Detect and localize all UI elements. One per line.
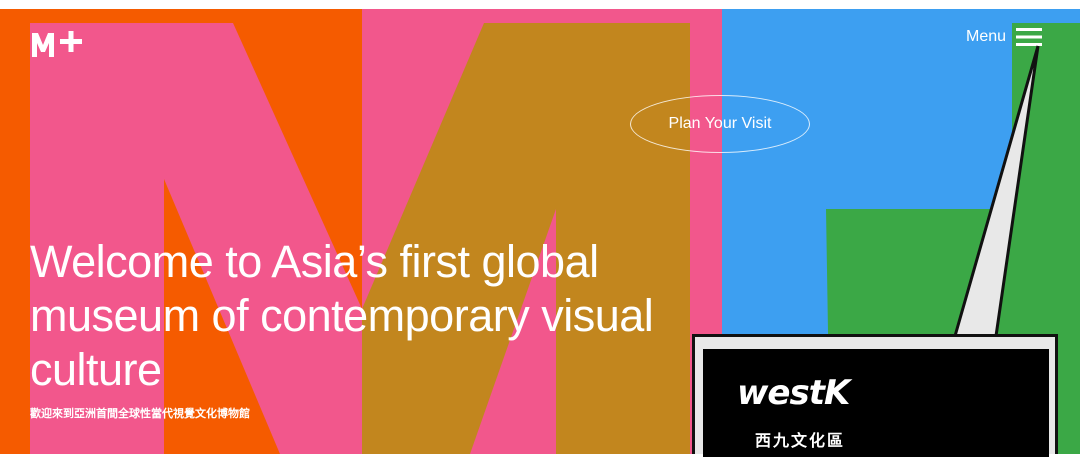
callout-pointer-shape	[953, 45, 1040, 338]
westk-logo-panel[interactable]: westK 西九文化區	[703, 349, 1049, 457]
westk-callout-box: westK 西九文化區	[692, 334, 1058, 457]
westk-logo: westK	[737, 373, 850, 413]
westk-subtitle: 西九文化區	[755, 431, 846, 450]
